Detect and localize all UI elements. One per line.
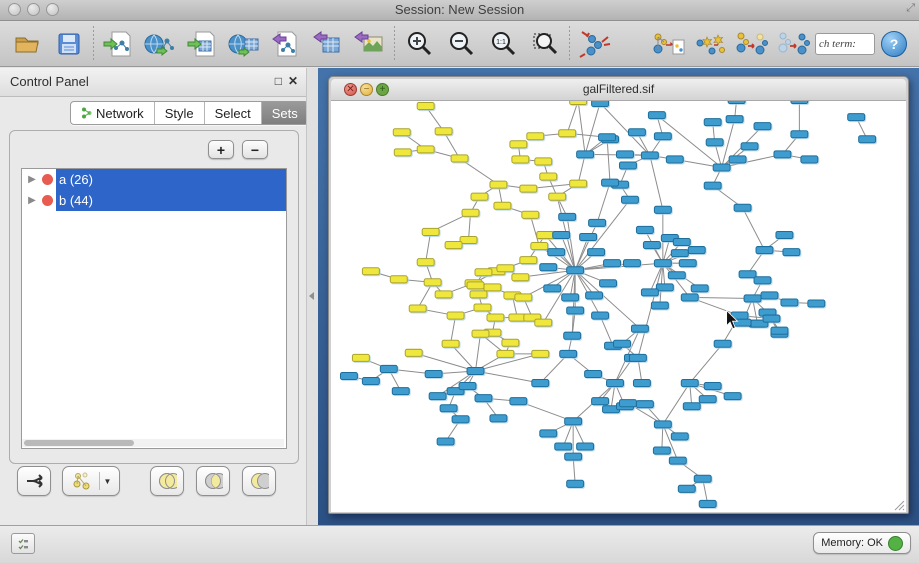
- float-panel-icon[interactable]: □: [275, 74, 282, 88]
- network-graph[interactable]: [331, 101, 906, 512]
- search-input[interactable]: [815, 33, 875, 55]
- task-list-icon: [18, 538, 28, 550]
- export-image-button[interactable]: [349, 24, 391, 64]
- status-bar: Memory: OK: [0, 525, 919, 563]
- network-frame-titlebar[interactable]: ✕ − + galFiltered.sif: [331, 79, 906, 101]
- difference-button[interactable]: [242, 466, 276, 496]
- import-network-database-button[interactable]: [139, 24, 181, 64]
- network-canvas[interactable]: [331, 101, 906, 512]
- window-titlebar: Session: New Session ⤢: [0, 0, 919, 21]
- add-set-button[interactable]: +: [208, 140, 234, 159]
- tab-network[interactable]: Network: [71, 102, 155, 124]
- intersection-icon: [203, 471, 223, 491]
- save-session-button[interactable]: [48, 24, 90, 64]
- union-button[interactable]: [150, 466, 184, 496]
- import-network-file-button[interactable]: [97, 24, 139, 64]
- network-desktop: ✕ − + galFiltered.sif: [318, 68, 919, 525]
- toolbar-separator: [93, 26, 94, 62]
- set-color-icon: [42, 174, 53, 185]
- sets-list: ▶ a (26) ▶ b (44): [21, 168, 287, 449]
- control-panel-tabs: Network Style Select Sets: [70, 101, 309, 125]
- chevron-down-icon[interactable]: ▼: [104, 477, 112, 486]
- set-color-icon: [42, 195, 53, 206]
- close-panel-icon[interactable]: ✕: [288, 74, 298, 88]
- show-all-icon[interactable]: [773, 24, 815, 64]
- memory-ok-icon: [888, 536, 903, 551]
- help-icon[interactable]: ?: [881, 31, 907, 57]
- network-frame-title: galFiltered.sif: [331, 82, 906, 96]
- svg-text:1:1: 1:1: [496, 39, 506, 46]
- window-resize-icon[interactable]: ⤢: [906, 2, 915, 15]
- remove-set-button[interactable]: −: [242, 140, 268, 159]
- open-file-button[interactable]: [6, 24, 48, 64]
- scrollbar-thumb[interactable]: [24, 440, 134, 446]
- create-set-from-network-icon: [71, 471, 95, 491]
- hide-selected-icon[interactable]: [731, 24, 773, 64]
- apply-style-icon[interactable]: [689, 24, 731, 64]
- difference-icon: [249, 471, 269, 491]
- export-table-button[interactable]: [307, 24, 349, 64]
- task-history-button[interactable]: [11, 533, 35, 554]
- memory-status-label: Memory: OK: [821, 537, 883, 549]
- tab-select[interactable]: Select: [205, 102, 262, 124]
- zoom-selected-icon[interactable]: [524, 24, 566, 64]
- import-table-file-button[interactable]: [181, 24, 223, 64]
- expander-icon[interactable]: ▶: [22, 195, 42, 206]
- network-tree-icon: [81, 107, 92, 119]
- split-set-button[interactable]: [17, 466, 51, 496]
- create-set-button[interactable]: ▼: [62, 466, 120, 496]
- set-operations-row: ▼: [0, 466, 306, 502]
- set-label[interactable]: b (44): [56, 190, 286, 211]
- button-divider: [99, 472, 100, 490]
- intersection-button[interactable]: [196, 466, 230, 496]
- collapse-panel-icon[interactable]: [309, 292, 314, 300]
- zoom-actual-size-icon[interactable]: 1:1: [482, 24, 524, 64]
- control-panel-title: Control Panel: [10, 74, 89, 89]
- tab-sets[interactable]: Sets: [262, 102, 308, 124]
- control-panel-header: Control Panel □ ✕: [0, 68, 306, 97]
- memory-status-button[interactable]: Memory: OK: [813, 532, 911, 554]
- horizontal-scrollbar[interactable]: [22, 439, 284, 447]
- window-title: Session: New Session: [0, 2, 919, 17]
- apply-layout-icon[interactable]: [573, 24, 615, 64]
- network-frame[interactable]: ✕ − + galFiltered.sif: [328, 76, 909, 514]
- set-row-a[interactable]: ▶ a (26): [22, 169, 286, 190]
- union-icon: [157, 471, 177, 491]
- set-row-b[interactable]: ▶ b (44): [22, 190, 286, 211]
- new-network-from-selection-icon[interactable]: [647, 24, 689, 64]
- control-panel: Control Panel □ ✕ Network Style Select S…: [0, 68, 306, 525]
- zoom-out-icon[interactable]: [440, 24, 482, 64]
- import-table-database-button[interactable]: [223, 24, 265, 64]
- toolbar-separator: [569, 26, 570, 62]
- toolbar-separator: [394, 26, 395, 62]
- toolbar: 1:1 ?: [0, 21, 919, 67]
- set-label[interactable]: a (26): [56, 169, 286, 190]
- sets-panel: + − ▶ a (26) ▶ b (44): [9, 130, 299, 464]
- zoom-in-icon[interactable]: [398, 24, 440, 64]
- tab-style[interactable]: Style: [155, 102, 205, 124]
- frame-resize-grip[interactable]: [892, 498, 905, 511]
- expander-icon[interactable]: ▶: [22, 174, 42, 185]
- export-network-button[interactable]: [265, 24, 307, 64]
- split-set-icon: [24, 471, 44, 491]
